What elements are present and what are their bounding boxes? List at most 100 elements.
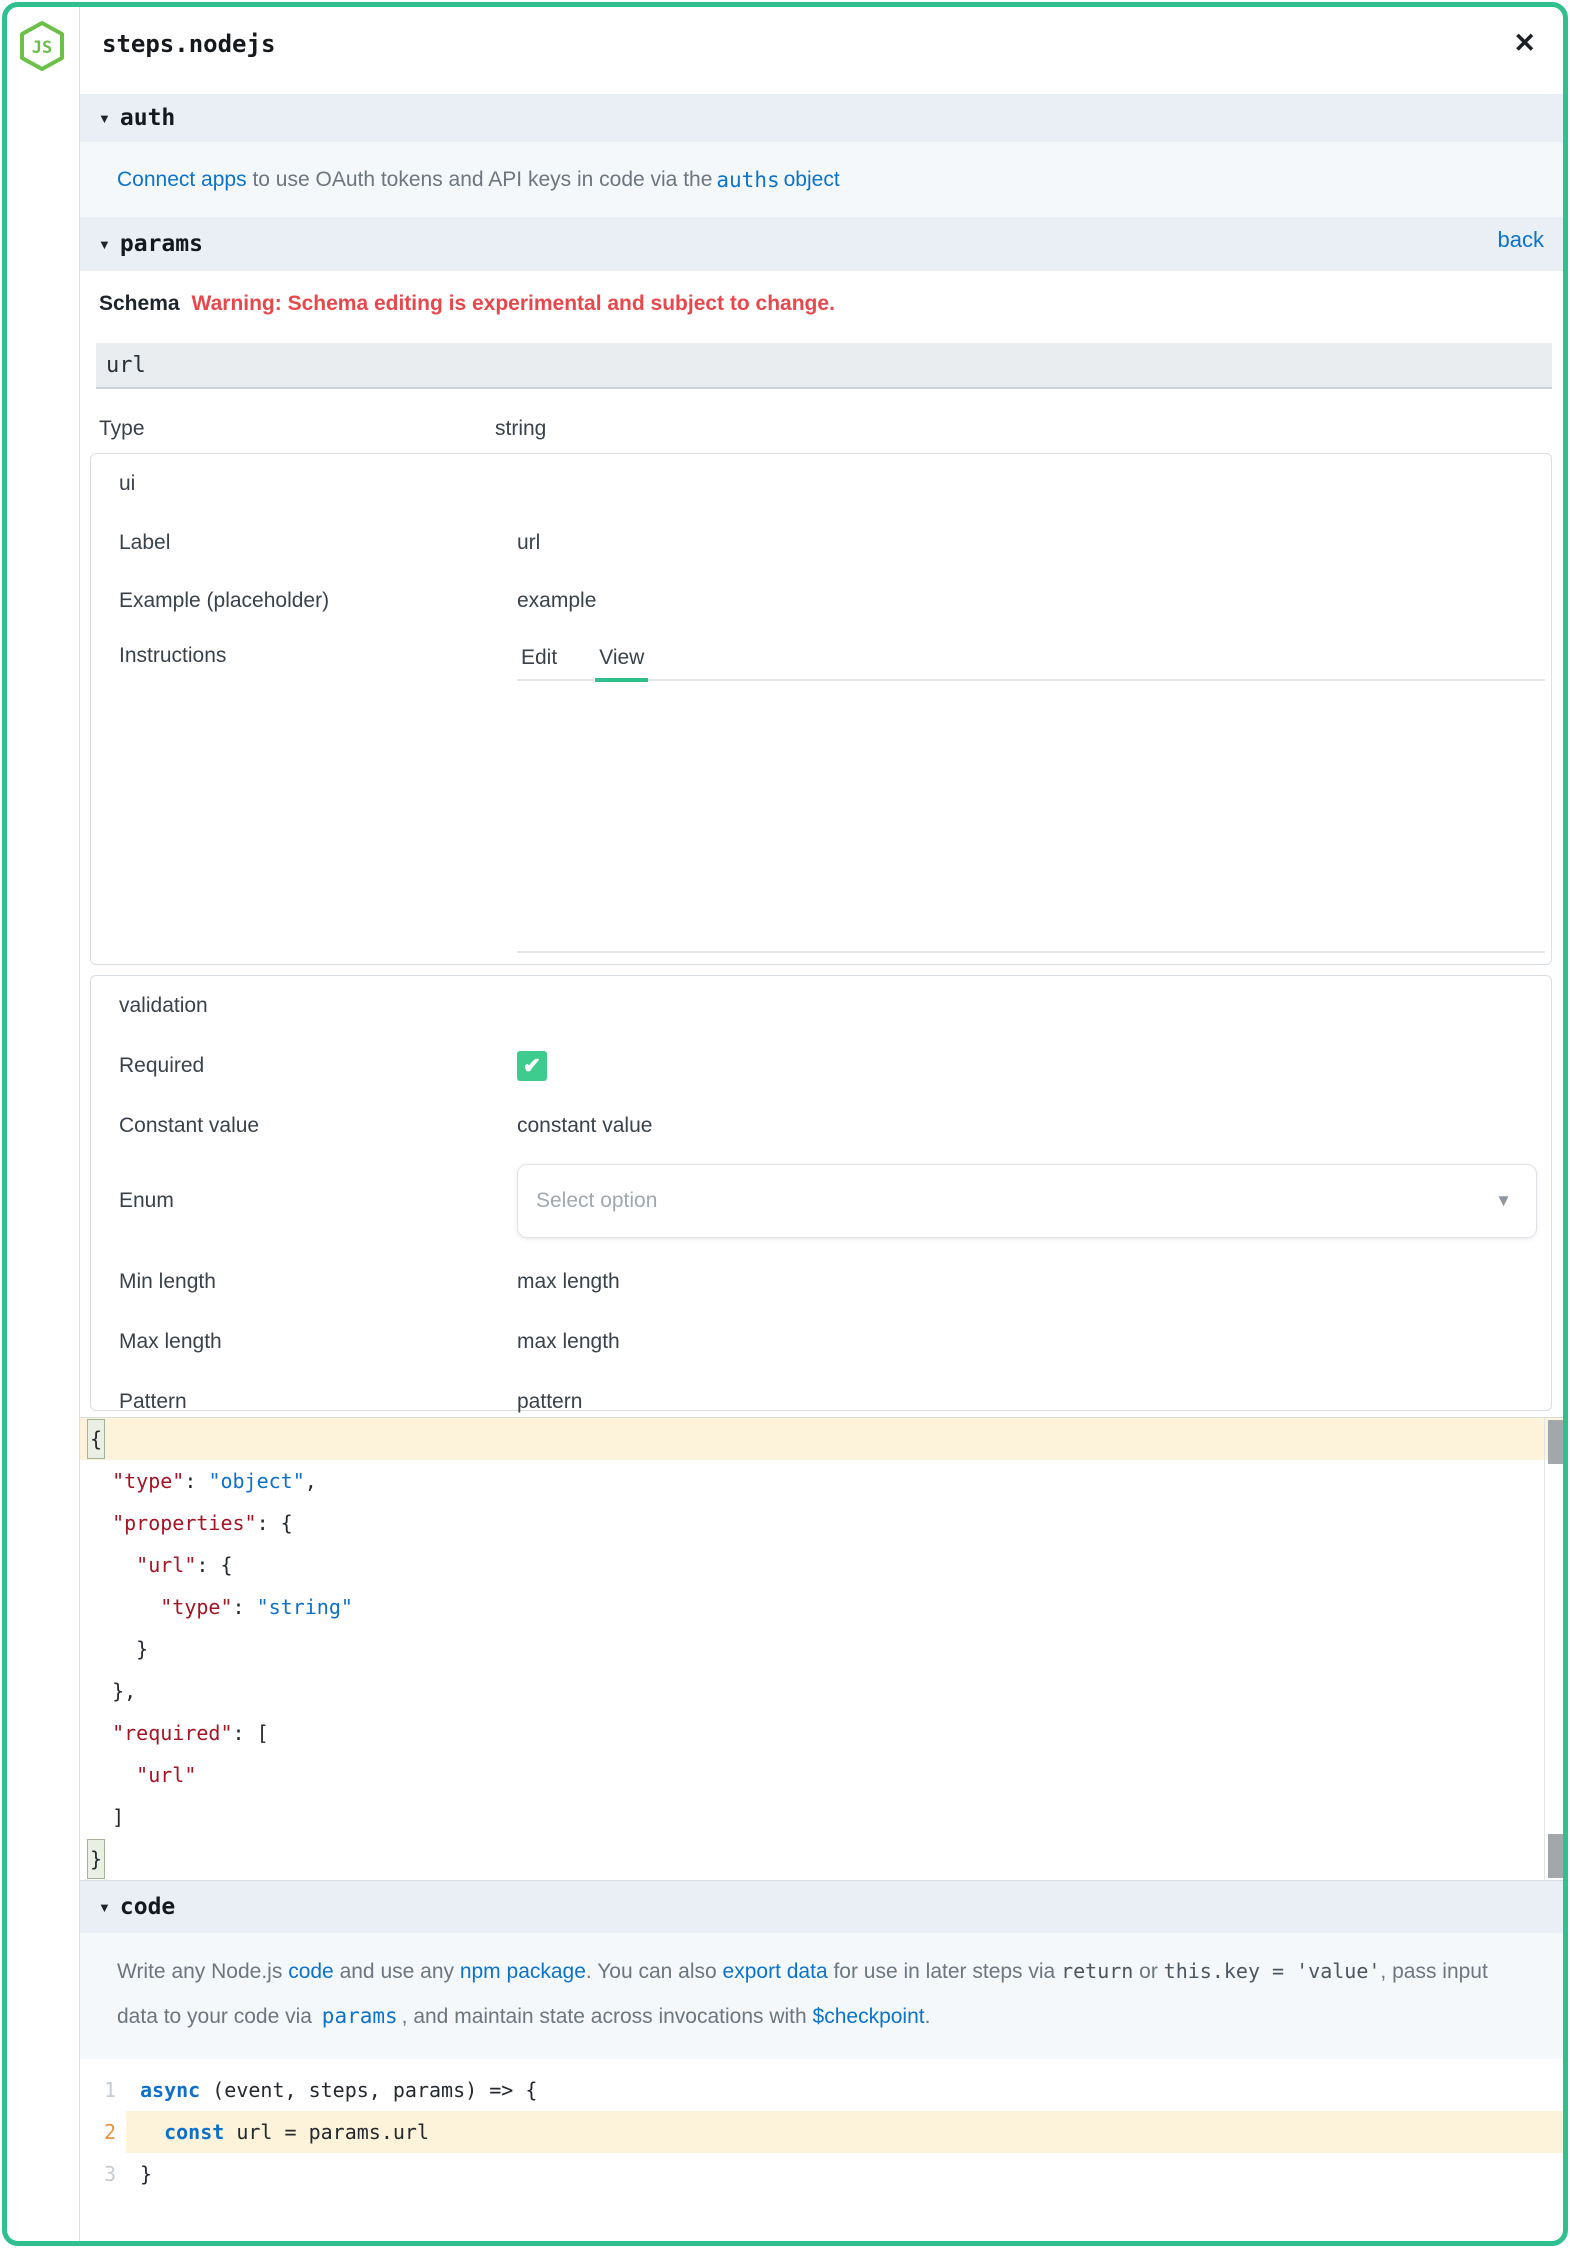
- inline-link[interactable]: export data: [723, 1960, 828, 1983]
- required-label: Required: [119, 1054, 517, 1078]
- schema-heading: Schema: [99, 292, 180, 316]
- tab-edit[interactable]: Edit: [517, 644, 561, 679]
- min-length-field[interactable]: max length: [517, 1270, 620, 1294]
- code-token: "type": [160, 1595, 232, 1619]
- text-segment: Write any Node.js: [117, 1960, 288, 1983]
- params-section-label: params: [120, 231, 203, 257]
- min-length-row: Min length max length: [119, 1266, 1537, 1298]
- code-token: [88, 1763, 136, 1787]
- inline-link[interactable]: npm package: [460, 1960, 586, 1983]
- line-number: 3: [80, 2153, 126, 2195]
- schema-json-line: "url": [80, 1754, 1566, 1796]
- auth-description: Connect apps to use OAuth tokens and API…: [80, 142, 1566, 217]
- text-segment: to use OAuth tokens and API keys in code…: [247, 168, 713, 192]
- code-section-header[interactable]: ▼ code: [80, 1881, 1566, 1933]
- nodejs-js-icon: JS: [18, 20, 66, 72]
- code-token: url = params.url: [224, 2120, 429, 2144]
- constant-value-field[interactable]: constant value: [517, 1114, 652, 1138]
- instructions-label: Instructions: [119, 644, 517, 668]
- code-token: [88, 1469, 112, 1493]
- code-token: [140, 2120, 164, 2144]
- param-name-input[interactable]: [96, 343, 1552, 389]
- min-length-label: Min length: [119, 1270, 517, 1294]
- instructions-tabbar: Edit View: [517, 644, 1545, 681]
- max-length-label: Max length: [119, 1330, 517, 1354]
- code-token: }: [140, 2162, 152, 2186]
- text-segment: and use any: [334, 1960, 460, 1983]
- line-number: 2: [80, 2111, 126, 2153]
- enum-select[interactable]: Select option ▼: [517, 1164, 1537, 1238]
- schema-json-line: "type": "string": [80, 1586, 1566, 1628]
- ui-box-label: ui: [119, 472, 1551, 500]
- code-line-content: const url = params.url: [126, 2111, 1566, 2153]
- schema-json-line: },: [80, 1670, 1566, 1712]
- schema-json-line: }: [80, 1628, 1566, 1670]
- code-token: [88, 1595, 160, 1619]
- back-link[interactable]: back: [1498, 227, 1544, 253]
- example-row-value[interactable]: example: [517, 589, 596, 613]
- enum-label: Enum: [119, 1189, 517, 1213]
- schema-json-line: "type": "object",: [80, 1460, 1566, 1502]
- schema-json-line: "required": [: [80, 1712, 1566, 1754]
- schema-json-line: "properties": {: [80, 1502, 1566, 1544]
- inline-link[interactable]: $checkpoint: [813, 2005, 925, 2028]
- code-token: ]: [88, 1805, 124, 1829]
- max-length-field[interactable]: max length: [517, 1330, 620, 1354]
- chevron-down-icon: ▼: [1495, 1191, 1512, 1211]
- inline-link[interactable]: object: [784, 168, 840, 192]
- code-token: "type": [112, 1469, 184, 1493]
- editor-scrollbar-track[interactable]: [1544, 1418, 1566, 1880]
- validation-box: validation Required ✔ Constant value con…: [90, 975, 1552, 1411]
- code-line: 3}: [80, 2153, 1566, 2195]
- tab-view[interactable]: View: [595, 644, 648, 682]
- instructions-view-panel[interactable]: [517, 681, 1545, 953]
- nodejs-code-editor[interactable]: 1async (event, steps, params) => {2 cons…: [80, 2059, 1566, 2195]
- scrollbar-thumb[interactable]: [1548, 1420, 1563, 1464]
- type-value[interactable]: string: [495, 417, 546, 441]
- code-token: },: [88, 1679, 136, 1703]
- code-token: {: [88, 1420, 104, 1458]
- label-row: Label url: [119, 528, 1551, 558]
- code-section-label: code: [120, 1894, 175, 1920]
- label-row-value[interactable]: url: [517, 531, 540, 555]
- pattern-field[interactable]: pattern: [517, 1390, 582, 1414]
- constant-value-row: Constant value constant value: [119, 1110, 1537, 1142]
- constant-value-label: Constant value: [119, 1114, 517, 1138]
- code-token: (event, steps, params) => {: [200, 2078, 537, 2102]
- schema-json-line: "url": {: [80, 1544, 1566, 1586]
- nodejs-step-editor-window: JS steps.nodejs ✕ ▼ auth Connect apps to…: [0, 0, 1570, 2248]
- schema-json-line: }: [80, 1838, 1566, 1880]
- code-token: }: [88, 1637, 148, 1661]
- required-checkbox[interactable]: ✔: [517, 1051, 547, 1081]
- close-icon[interactable]: ✕: [1513, 30, 1536, 57]
- auth-section-header[interactable]: ▼ auth: [80, 94, 1566, 142]
- code-line: 2 const url = params.url: [80, 2111, 1566, 2153]
- chevron-down-icon: ▼: [98, 237, 111, 252]
- example-row: Example (placeholder) example: [119, 586, 1551, 616]
- svg-text:JS: JS: [31, 38, 51, 58]
- code-token: [88, 1553, 136, 1577]
- max-length-row: Max length max length: [119, 1326, 1537, 1358]
- text-segment: this.key = 'value': [1164, 1959, 1381, 1983]
- code-token: : {: [257, 1511, 293, 1535]
- text-segment: return: [1061, 1959, 1133, 1983]
- code-token: [88, 1721, 112, 1745]
- inline-link[interactable]: params: [318, 2004, 402, 2028]
- inline-link[interactable]: code: [288, 1960, 334, 1983]
- validation-box-label: validation: [119, 994, 1537, 1022]
- params-section-header[interactable]: ▼ params back: [80, 217, 1566, 271]
- enum-row: Enum Select option ▼: [119, 1164, 1537, 1238]
- inline-link[interactable]: auths: [712, 168, 783, 192]
- code-token: const: [164, 2120, 224, 2144]
- step-title: steps.nodejs: [102, 30, 275, 58]
- pattern-row: Pattern pattern: [119, 1386, 1537, 1418]
- schema-warning: Warning: Schema editing is experimental …: [192, 292, 835, 316]
- schema-json-line: {: [80, 1418, 1566, 1460]
- inline-link[interactable]: Connect apps: [117, 168, 247, 192]
- scrollbar-thumb[interactable]: [1548, 1834, 1563, 1878]
- code-token: "properties": [112, 1511, 257, 1535]
- text-segment: for use in later steps via: [828, 1960, 1061, 1983]
- code-token: : {: [196, 1553, 232, 1577]
- schema-json-editor[interactable]: { "type": "object", "properties": { "url…: [80, 1417, 1566, 1881]
- line-number: 1: [80, 2069, 126, 2111]
